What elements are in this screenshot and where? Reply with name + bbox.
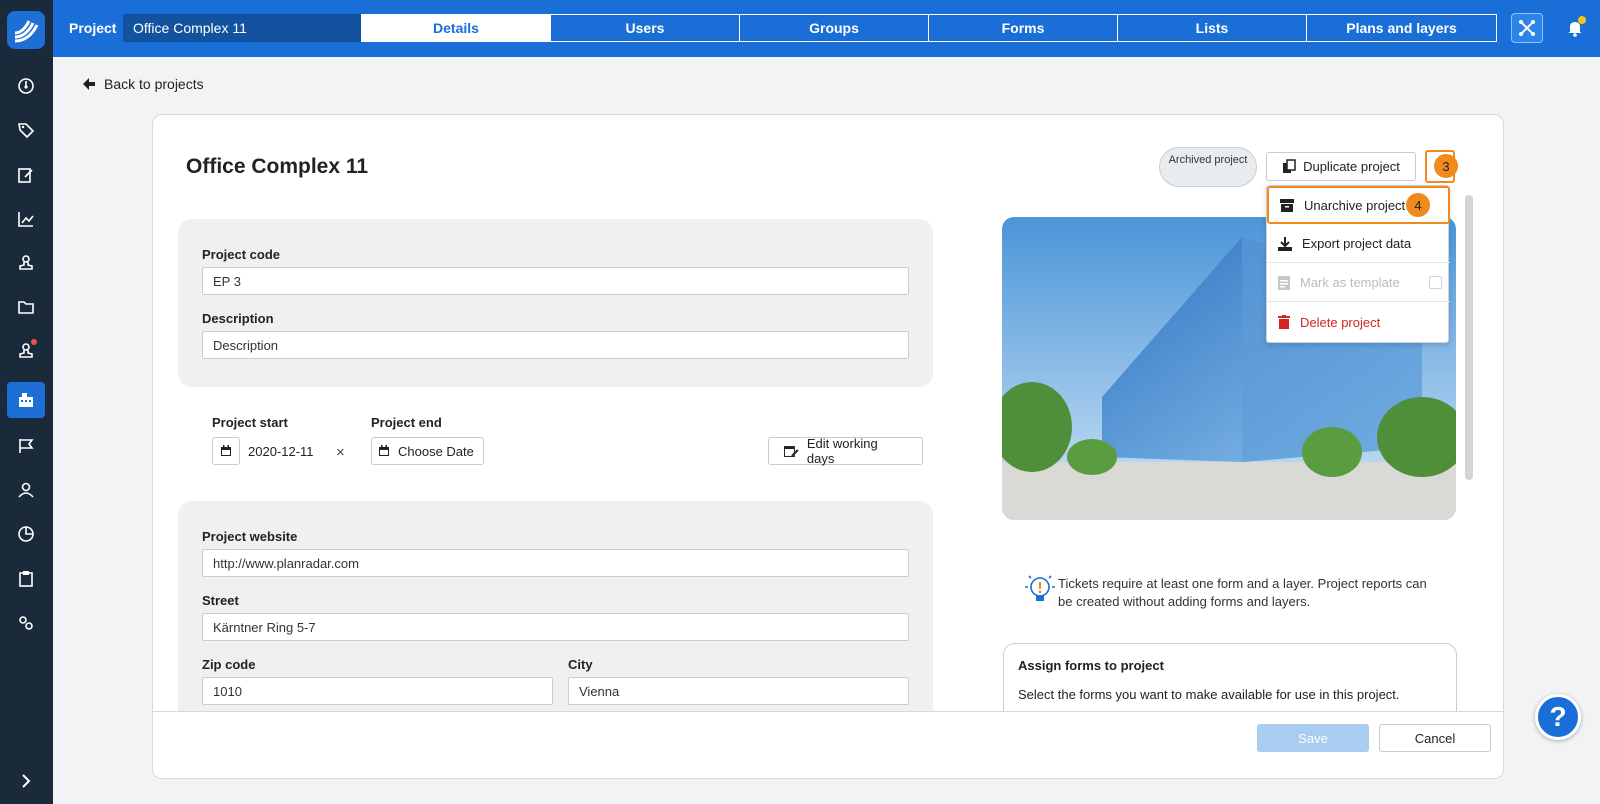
description-label: Description	[202, 311, 274, 326]
calendar-icon[interactable]	[212, 437, 240, 465]
edit-working-days-label: Edit working days	[806, 436, 878, 466]
project-code-label: Project code	[202, 247, 281, 262]
tag-icon[interactable]	[7, 112, 45, 148]
clear-date-button[interactable]: ×	[336, 444, 345, 461]
page-title: Office Complex 11	[186, 155, 369, 178]
back-link-label: Back to projects	[104, 76, 204, 92]
bell-icon[interactable]	[1563, 16, 1587, 40]
assign-forms-description: Select the forms you want to make availa…	[1018, 687, 1400, 702]
forms-tip-text: Tickets require at least one form and a …	[1058, 576, 1427, 609]
save-button[interactable]: Save	[1257, 724, 1369, 752]
footer-bar: Save Cancel	[153, 711, 1503, 778]
pie-chart-icon[interactable]	[7, 516, 45, 552]
integrations-icon[interactable]	[1511, 13, 1543, 43]
user-icon[interactable]	[7, 472, 45, 508]
project-options-menu: Unarchive project 4 Export project data …	[1266, 185, 1450, 343]
dashboard-icon[interactable]	[7, 68, 45, 104]
cancel-button[interactable]: Cancel	[1379, 724, 1491, 752]
street-label: Street	[202, 593, 239, 608]
tab-plans-and-layers[interactable]: Plans and layers	[1307, 15, 1496, 41]
calendar-edit-icon	[783, 446, 799, 457]
chart-icon[interactable]	[7, 201, 45, 237]
arrow-left-icon	[83, 78, 95, 90]
export-project-data-label: Export project data	[1302, 236, 1412, 251]
code-description-section: Project code EP 3 Description Descriptio…	[178, 219, 933, 387]
notification-dot	[31, 339, 37, 345]
tab-groups[interactable]: Groups	[740, 15, 929, 41]
folder-icon[interactable]	[7, 289, 45, 325]
edit-icon[interactable]	[7, 157, 45, 193]
calendar-icon	[379, 445, 389, 456]
stamp-icon[interactable]	[7, 245, 45, 281]
street-input[interactable]: Kärntner Ring 5-7	[202, 613, 909, 641]
duplicate-project-button[interactable]: Duplicate project	[1266, 152, 1416, 181]
lightbulb-icon	[1021, 570, 1059, 613]
top-bar: Project Office Complex 11 Details Users …	[53, 0, 1600, 57]
copy-icon	[1283, 159, 1296, 173]
mark-as-template-label: Mark as template	[1300, 275, 1400, 290]
city-label: City	[568, 657, 593, 672]
tab-users[interactable]: Users	[551, 15, 740, 41]
delete-project-label: Delete project	[1300, 314, 1381, 330]
flag-icon[interactable]	[7, 428, 45, 464]
project-end-field[interactable]: Choose Date	[371, 437, 484, 465]
project-start-value: 2020-12-11	[248, 443, 314, 459]
project-start-label: Project start	[212, 415, 288, 430]
step-badge-4: 4	[1406, 193, 1430, 217]
settings-icon[interactable]	[7, 605, 45, 641]
building-icon[interactable]	[7, 382, 45, 418]
tab-details[interactable]: Details	[362, 15, 551, 41]
notification-dot	[1578, 16, 1586, 24]
edit-working-days-button[interactable]: Edit working days	[768, 436, 923, 466]
help-button[interactable]: ?	[1535, 694, 1581, 740]
assign-forms-title: Assign forms to project	[1018, 658, 1164, 673]
duplicate-project-label: Duplicate project	[1303, 159, 1400, 174]
project-tabs: Details Users Groups Forms Lists Plans a…	[361, 14, 1497, 42]
unarchive-project-label: Unarchive project	[1304, 197, 1406, 213]
trash-icon	[1278, 315, 1290, 329]
tab-lists[interactable]: Lists	[1118, 15, 1307, 41]
sidebar	[0, 0, 53, 804]
template-checkbox[interactable]	[1429, 276, 1442, 289]
project-code-input[interactable]: EP 3	[202, 267, 909, 295]
project-start-field[interactable]: 2020-12-11	[212, 437, 342, 465]
zip-code-input[interactable]: 1010	[202, 677, 553, 705]
archived-status-badge: Archived project	[1159, 147, 1257, 187]
clipboard-icon[interactable]	[7, 561, 45, 597]
project-label: Project	[69, 20, 117, 36]
chevron-right-icon[interactable]	[7, 763, 45, 799]
document-icon	[1278, 275, 1290, 290]
description-input[interactable]: Description	[202, 331, 909, 359]
download-icon	[1278, 236, 1292, 251]
export-project-data-menu-item[interactable]: Export project data	[1267, 225, 1450, 263]
delete-project-menu-item[interactable]: Delete project	[1267, 303, 1450, 341]
tab-forms[interactable]: Forms	[929, 15, 1118, 41]
project-select[interactable]: Office Complex 11	[123, 14, 400, 42]
city-input[interactable]: Vienna	[568, 677, 909, 705]
zip-code-label: Zip code	[202, 657, 256, 672]
step-badge-3: 3	[1434, 154, 1458, 178]
archive-icon	[1280, 198, 1294, 212]
planradar-logo[interactable]	[7, 11, 45, 49]
project-select-value: Office Complex 11	[133, 20, 247, 36]
project-end-value: Choose Date	[398, 443, 474, 459]
scrollbar[interactable]	[1465, 195, 1473, 480]
back-to-projects-link[interactable]: Back to projects	[82, 76, 204, 92]
mark-as-template-menu-item[interactable]: Mark as template	[1267, 264, 1450, 302]
project-website-label: Project website	[202, 529, 298, 544]
project-end-label: Project end	[371, 415, 442, 430]
project-website-input[interactable]: http://www.planradar.com	[202, 549, 909, 577]
stamp-notification-icon[interactable]	[7, 333, 45, 369]
